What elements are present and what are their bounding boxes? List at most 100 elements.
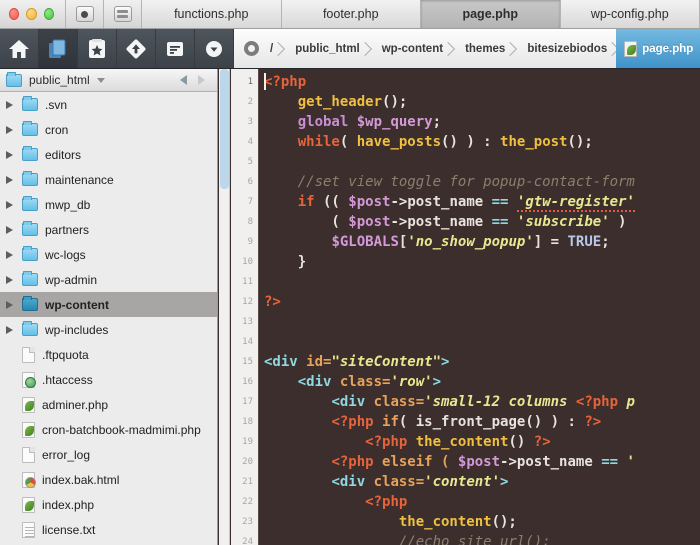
code-editor[interactable]: 1234567891011121314151617181920212223242… <box>231 69 700 545</box>
file-list[interactable]: .svn cron editors maintenance mwp_db par… <box>0 92 217 545</box>
disclosure-triangle-icon[interactable] <box>6 151 13 159</box>
disclosure-triangle-icon[interactable] <box>6 201 13 209</box>
code-token <box>264 134 298 150</box>
code-line[interactable]: ?> <box>259 292 700 312</box>
disclosure-triangle-icon[interactable] <box>6 251 13 259</box>
breadcrumb-item-bitesizebiodos[interactable]: bitesizebiodos <box>514 29 616 68</box>
code-line[interactable]: <?php <box>259 72 700 92</box>
code-line[interactable]: <div class='small-12 columns <?php p <box>259 392 700 412</box>
sidebar-scrollbar-thumb[interactable] <box>220 69 229 189</box>
text-list-button[interactable] <box>156 29 195 68</box>
code-area[interactable]: <?php get_header(); global $wp_query; wh… <box>259 69 700 545</box>
line-number: 10 <box>231 252 258 272</box>
documents-button[interactable] <box>39 29 78 68</box>
code-line[interactable]: <?php <box>259 492 700 512</box>
close-window-button[interactable] <box>9 8 19 20</box>
list-item[interactable]: mwp_db <box>0 192 217 217</box>
list-item[interactable]: wp-admin <box>0 267 217 292</box>
php-file-icon <box>22 397 35 413</box>
disclosure-triangle-icon[interactable] <box>6 226 13 234</box>
sidebar-scrollbar[interactable] <box>219 69 230 545</box>
file-tab-footer[interactable]: footer.php <box>282 0 422 28</box>
code-line[interactable] <box>259 332 700 352</box>
code-line[interactable]: if (( $post->post_name == 'gtw-register' <box>259 192 700 212</box>
file-tab-functions[interactable]: functions.php <box>142 0 282 28</box>
folder-icon <box>22 98 38 111</box>
code-line[interactable]: //set view toggle for popup-contact-form <box>259 172 700 192</box>
home-button[interactable] <box>0 29 39 68</box>
code-token: ?> <box>584 414 601 430</box>
code-token <box>264 494 365 510</box>
code-line[interactable]: //echo site_url(); <box>259 532 700 545</box>
breadcrumb-item-page-php[interactable]: page.php <box>616 29 700 68</box>
list-item[interactable]: error_log <box>0 442 217 467</box>
list-item[interactable]: editors <box>0 142 217 167</box>
code-line[interactable]: <?php if( is_front_page() ) : ?> <box>259 412 700 432</box>
line-number: 2 <box>231 92 258 112</box>
code-line[interactable]: <div class='row'> <box>259 372 700 392</box>
list-item[interactable]: partners <box>0 217 217 242</box>
code-token <box>264 94 298 110</box>
file-tab-wp-config[interactable]: wp-config.php <box>561 0 700 28</box>
breadcrumb-item-public-html[interactable]: public_html <box>282 29 369 68</box>
list-item[interactable]: wc-logs <box>0 242 217 267</box>
breadcrumb-item-themes[interactable]: themes <box>452 29 514 68</box>
line-number: 23 <box>231 512 258 532</box>
code-line[interactable]: <div class='content'> <box>259 472 700 492</box>
code-line[interactable]: <div id="siteContent"> <box>259 352 700 372</box>
code-line[interactable] <box>259 152 700 172</box>
panel-icon <box>114 6 132 22</box>
code-line[interactable]: <?php elseif ( $post->post_name == ' <box>259 452 700 472</box>
code-token: <div <box>331 394 373 410</box>
list-item[interactable]: maintenance <box>0 167 217 192</box>
upload-button[interactable] <box>117 29 156 68</box>
camera-button[interactable] <box>66 0 104 28</box>
list-item[interactable]: index.bak.html <box>0 467 217 492</box>
forward-arrow-icon[interactable] <box>198 75 205 85</box>
list-item[interactable]: .ftpquota <box>0 342 217 367</box>
list-item[interactable]: cron-batchbook-madmimi.php <box>0 417 217 442</box>
code-token: while <box>298 134 340 150</box>
disclosure-triangle-icon[interactable] <box>6 176 13 184</box>
code-line[interactable]: while( have_posts() ) : the_post(); <box>259 132 700 152</box>
file-tab-page[interactable]: page.php <box>421 0 561 28</box>
disclosure-triangle-icon[interactable] <box>6 326 13 334</box>
code-line[interactable]: global $wp_query; <box>259 112 700 132</box>
breadcrumb-item-wp-content[interactable]: wp-content <box>369 29 452 68</box>
disclosure-triangle-icon[interactable] <box>6 101 13 109</box>
code-line[interactable] <box>259 272 700 292</box>
bookmarks-button[interactable] <box>78 29 117 68</box>
list-item[interactable]: .htaccess <box>0 367 217 392</box>
breadcrumb-root-button[interactable] <box>238 36 264 62</box>
sidebar-header: public_html <box>0 69 217 92</box>
list-item[interactable]: wp-includes <box>0 317 217 342</box>
list-item[interactable]: cron <box>0 117 217 142</box>
breadcrumb-item-root[interactable]: / <box>264 29 282 68</box>
list-item[interactable]: license.txt <box>0 517 217 542</box>
more-options-button[interactable] <box>195 29 234 68</box>
line-number: 7 <box>231 192 258 212</box>
folder-icon <box>22 123 38 136</box>
code-line[interactable]: get_header(); <box>259 92 700 112</box>
list-item[interactable]: index.php <box>0 492 217 517</box>
code-line[interactable]: the_content(); <box>259 512 700 532</box>
sidebar-item-wp-content[interactable]: wp-content <box>0 292 217 317</box>
code-line[interactable]: $GLOBALS['no_show_popup'] = TRUE; <box>259 232 700 252</box>
list-item-label: index.bak.html <box>42 473 119 487</box>
line-number: 6 <box>231 172 258 192</box>
code-token: $post <box>458 454 500 470</box>
chevron-down-icon[interactable] <box>97 78 105 83</box>
code-line[interactable]: <?php the_content() ?> <box>259 432 700 452</box>
zoom-window-button[interactable] <box>44 8 54 20</box>
code-line[interactable]: } <box>259 252 700 272</box>
back-arrow-icon[interactable] <box>180 75 187 85</box>
panel-button[interactable] <box>104 0 142 28</box>
list-item[interactable]: adminer.php <box>0 392 217 417</box>
code-line[interactable] <box>259 312 700 332</box>
minimize-window-button[interactable] <box>26 8 36 20</box>
list-item[interactable]: .svn <box>0 92 217 117</box>
disclosure-triangle-icon[interactable] <box>6 126 13 134</box>
disclosure-triangle-icon[interactable] <box>6 276 13 284</box>
disclosure-triangle-icon[interactable] <box>6 301 13 309</box>
code-line[interactable]: ( $post->post_name == 'subscribe' ) <box>259 212 700 232</box>
